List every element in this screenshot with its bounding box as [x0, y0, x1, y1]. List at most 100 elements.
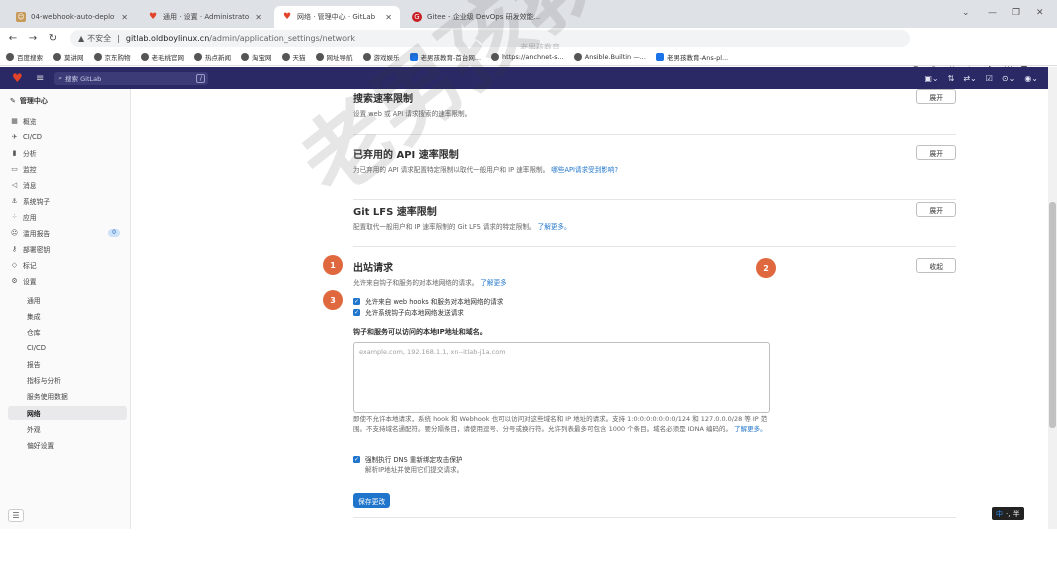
- url-host: gitlab.oldboylinux.cn: [125, 34, 210, 43]
- globe-icon: [53, 53, 61, 61]
- todo-icon[interactable]: ⇄⌄: [963, 74, 976, 83]
- url-input[interactable]: ▲ 不安全 | gitlab.oldboylinux.cn/admin/appl…: [70, 30, 910, 47]
- window-close-icon[interactable]: ✕: [1036, 8, 1044, 18]
- allowlist-textarea[interactable]: example.com, 192.168.1.1, xn--itlab-j1a.…: [353, 342, 770, 413]
- bookmark[interactable]: 淘宝网: [241, 52, 272, 62]
- globe-icon: [241, 53, 249, 61]
- sidebar-item-cicd[interactable]: ✈ CI/CD: [10, 131, 128, 143]
- section-search-rate-limits: 搜索速率限制 设置 web 或 API 请求搜索的速率限制。 展开: [353, 89, 956, 135]
- reload-icon[interactable]: ↻: [46, 33, 60, 44]
- sidebar-subitem-integrations[interactable]: 集成: [27, 310, 41, 322]
- bookmark[interactable]: 老毛桃官网: [140, 52, 184, 62]
- oldboy-icon: [655, 53, 664, 61]
- gitlab-topbar: ♥ ≡ ⌕ 搜索 GitLab / ▣⌄ ⇅ ⇄⌄ ☑ ⊙⌄ ◉⌄: [0, 67, 1048, 89]
- globe-icon: [315, 53, 324, 61]
- grid-icon: ▦: [11, 117, 18, 125]
- sidebar-subitem-general[interactable]: 通用: [27, 294, 41, 306]
- sidebar-item-messages[interactable]: ◁ 消息: [10, 179, 128, 191]
- sidebar-subitem-appearance[interactable]: 外观: [27, 423, 41, 435]
- checkbox-icon[interactable]: ☑: [986, 74, 993, 83]
- bookmark[interactable]: 游戏娱乐: [362, 52, 400, 62]
- sidebar-item-analytics[interactable]: ▮ 分析: [10, 147, 128, 159]
- browser-tab-4[interactable]: G Gitee - 企业级 DevOps 研发效能...: [404, 6, 554, 28]
- sidebar-item-monitoring[interactable]: ▭ 监控: [10, 163, 128, 175]
- page-scrollbar[interactable]: [1048, 67, 1057, 529]
- rocket-icon: ✈: [11, 133, 18, 141]
- bookmark[interactable]: 老男孩教育-首台网...: [409, 52, 481, 62]
- sidebar-item-abuse-reports[interactable]: ☹ 滥用报告 0: [10, 227, 128, 239]
- close-icon[interactable]: ✕: [255, 13, 262, 22]
- collapse-button[interactable]: 收起: [916, 258, 956, 273]
- dns-rebinding-checkbox[interactable]: ✓ 强制执行 DNS 重新绑定攻击保护: [353, 454, 463, 464]
- sidebar-subitem-reporting[interactable]: 报告: [27, 358, 41, 370]
- search-icon: ⌕: [58, 73, 63, 82]
- sidebar-item-applications[interactable]: ⁘ 应用: [10, 211, 128, 223]
- expand-button[interactable]: 展开: [916, 89, 956, 104]
- chart-icon: ▮: [12, 149, 17, 157]
- chevron-down-icon[interactable]: ⌄: [962, 8, 970, 18]
- sidebar-subitem-preferences[interactable]: 偏好设置: [27, 439, 54, 451]
- gitlab-logo-icon[interactable]: ♥: [12, 72, 26, 84]
- allow-local-system-hooks-checkbox[interactable]: ✓ 允许系统钩子向本地网络发送请求: [353, 307, 464, 317]
- browser-tab-3[interactable]: ♥ 网络 · 管理中心 · GitLab ✕: [274, 6, 400, 28]
- forward-icon[interactable]: →: [26, 33, 40, 44]
- bookmark[interactable]: https://anchnet-s...: [491, 53, 564, 61]
- hook-icon: ⚓: [11, 197, 18, 205]
- gitlab-icon: ♥: [282, 12, 292, 22]
- sidebar-subitem-repository[interactable]: 仓库: [27, 326, 41, 338]
- browser-tab-1[interactable]: ☺ 04-webhook-auto-deploy-co... ✕: [8, 6, 136, 28]
- sidebar-subitem-metrics[interactable]: 指标与分析: [27, 374, 61, 386]
- sidebar-item-overview[interactable]: ▦ 概览: [10, 115, 128, 127]
- globe-icon: [6, 53, 14, 61]
- issues-icon[interactable]: ▣⌄: [924, 74, 938, 83]
- globe-icon: [281, 53, 290, 61]
- ime-indicator[interactable]: 中 ·, 半: [992, 507, 1024, 520]
- sidebar-active-highlight: [8, 406, 127, 420]
- sidebar-subitem-cicd[interactable]: CI/CD: [27, 342, 46, 354]
- annotation-marker-1: 1: [323, 255, 343, 275]
- bookmark[interactable]: 京东购物: [93, 52, 131, 62]
- allow-local-webhooks-checkbox[interactable]: ✓ 允许来自 web hooks 和服务对本地网络的请求: [353, 296, 503, 306]
- minimize-icon[interactable]: —: [988, 8, 997, 18]
- globe-icon: [93, 53, 102, 61]
- gitlab-icon: ♥: [148, 12, 158, 22]
- sidebar-item-system-hooks[interactable]: ⚓ 系统钩子: [10, 195, 128, 207]
- scrollbar-thumb[interactable]: [1049, 202, 1056, 428]
- close-icon[interactable]: ✕: [385, 13, 392, 22]
- sidebar-item-labels[interactable]: ◇ 标记: [10, 259, 128, 271]
- expand-button[interactable]: 展开: [916, 202, 956, 217]
- save-changes-button[interactable]: 保存更改: [353, 493, 391, 508]
- bookmark[interactable]: 天猫: [281, 52, 306, 62]
- avatar[interactable]: ◉⌄: [1024, 74, 1038, 83]
- expand-button[interactable]: 展开: [916, 145, 956, 160]
- search-input[interactable]: ⌕ 搜索 GitLab /: [54, 71, 209, 85]
- collapse-sidebar-button[interactable]: ☰: [8, 509, 24, 522]
- merge-request-icon[interactable]: ⇅: [948, 74, 955, 83]
- close-icon[interactable]: ✕: [121, 13, 128, 22]
- bookmark[interactable]: 网址导航: [315, 52, 353, 62]
- globe-icon: [573, 53, 582, 61]
- maximize-icon[interactable]: ❐: [1012, 8, 1020, 18]
- sidebar-item-deploy-keys[interactable]: ⚷ 部署密钥: [10, 243, 128, 255]
- sidebar-item-settings[interactable]: ⚙ 设置: [10, 275, 128, 287]
- learn-more-link[interactable]: 了解更多。: [538, 223, 571, 231]
- sidebar-title: ✎ 管理中心: [10, 97, 48, 105]
- browser-tab-strip: ☺ 04-webhook-auto-deploy-co... ✕ ♥ 通用 · …: [0, 0, 1057, 28]
- bookmark[interactable]: 老男孩教育-Ans-pl...: [655, 52, 728, 62]
- bookmark[interactable]: 莫讲网: [53, 52, 84, 62]
- sidebar-subitem-service-usage[interactable]: 服务使用数据: [27, 390, 68, 402]
- sidebar-subitem-network[interactable]: 网络: [27, 407, 41, 419]
- textarea-placeholder: example.com, 192.168.1.1, xn--itlab-j1a.…: [359, 348, 506, 356]
- bookmark[interactable]: 百度搜索: [6, 52, 43, 62]
- learn-more-link[interactable]: 了解更多: [480, 279, 506, 287]
- bookmark[interactable]: Ansible.Builtin —...: [573, 53, 646, 61]
- help-icon[interactable]: ⊙⌄: [1002, 74, 1015, 83]
- browser-tab-2[interactable]: ♥ 通用 · 设置 · Administrator / ba... ✕: [140, 6, 270, 28]
- affected-requests-link[interactable]: 哪些API请求受到影响?: [551, 166, 618, 174]
- learn-more-link[interactable]: 了解更多。: [734, 425, 767, 433]
- shortcut-key: /: [196, 73, 206, 83]
- back-icon[interactable]: ←: [6, 33, 20, 44]
- bookmark[interactable]: 热点新闻: [194, 52, 231, 62]
- hamburger-menu-icon[interactable]: ≡: [36, 73, 44, 84]
- security-label: 不安全: [87, 34, 112, 43]
